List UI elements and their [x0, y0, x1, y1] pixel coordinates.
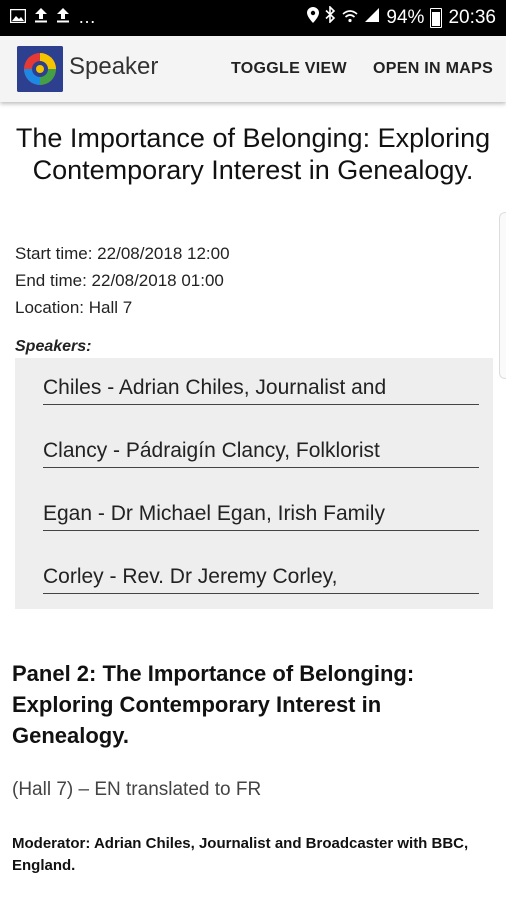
speaker-item[interactable]: Clancy - Pádraigín Clancy, Folklorist	[43, 439, 479, 468]
clock: 20:36	[448, 6, 496, 28]
moderator: Moderator: Adrian Chiles, Journalist and…	[12, 835, 469, 874]
status-right-icons: 94% 20:36	[307, 5, 496, 29]
upload-icon	[56, 6, 70, 28]
location-icon	[307, 6, 320, 29]
scroll-edge-handle[interactable]	[499, 212, 506, 379]
panel-location: (Hall 7) – EN translated to FR	[12, 779, 262, 800]
speaker-item[interactable]: Egan - Dr Michael Egan, Irish Family	[43, 502, 479, 531]
speaker-item[interactable]: Corley - Rev. Dr Jeremy Corley,	[43, 565, 479, 594]
app-logo	[17, 46, 63, 92]
speaker-item[interactable]: Chiles - Adrian Chiles, Journalist and	[43, 376, 479, 405]
app-bar: Speaker TOGGLE VIEW OPEN IN MAPS	[0, 36, 506, 102]
open-in-maps-button[interactable]: OPEN IN MAPS	[373, 60, 493, 78]
panel-title: Panel 2: The Importance of Belonging: Ex…	[12, 661, 415, 748]
signal-icon	[364, 7, 380, 29]
app-title: Speaker	[69, 53, 159, 80]
status-bar: … 94% 20:36	[0, 0, 506, 36]
upload-icon	[34, 6, 48, 28]
start-time: Start time: 22/08/2018 12:00	[15, 244, 230, 263]
end-time: End time: 22/08/2018 01:00	[15, 271, 224, 290]
speakers-list: Chiles - Adrian Chiles, Journalist and C…	[15, 358, 493, 609]
session-title: The Importance of Belonging: Exploring C…	[15, 123, 491, 185]
battery-icon	[430, 7, 443, 28]
location: Location: Hall 7	[15, 298, 133, 317]
status-left-icons: …	[9, 6, 96, 28]
wifi-icon	[342, 7, 358, 29]
image-icon	[9, 6, 27, 28]
battery-percent: 94%	[386, 6, 425, 28]
bluetooth-icon	[325, 5, 336, 29]
speakers-label: Speakers:	[15, 338, 92, 355]
more-icon: …	[78, 7, 96, 27]
toggle-view-button[interactable]: TOGGLE VIEW	[231, 60, 347, 78]
